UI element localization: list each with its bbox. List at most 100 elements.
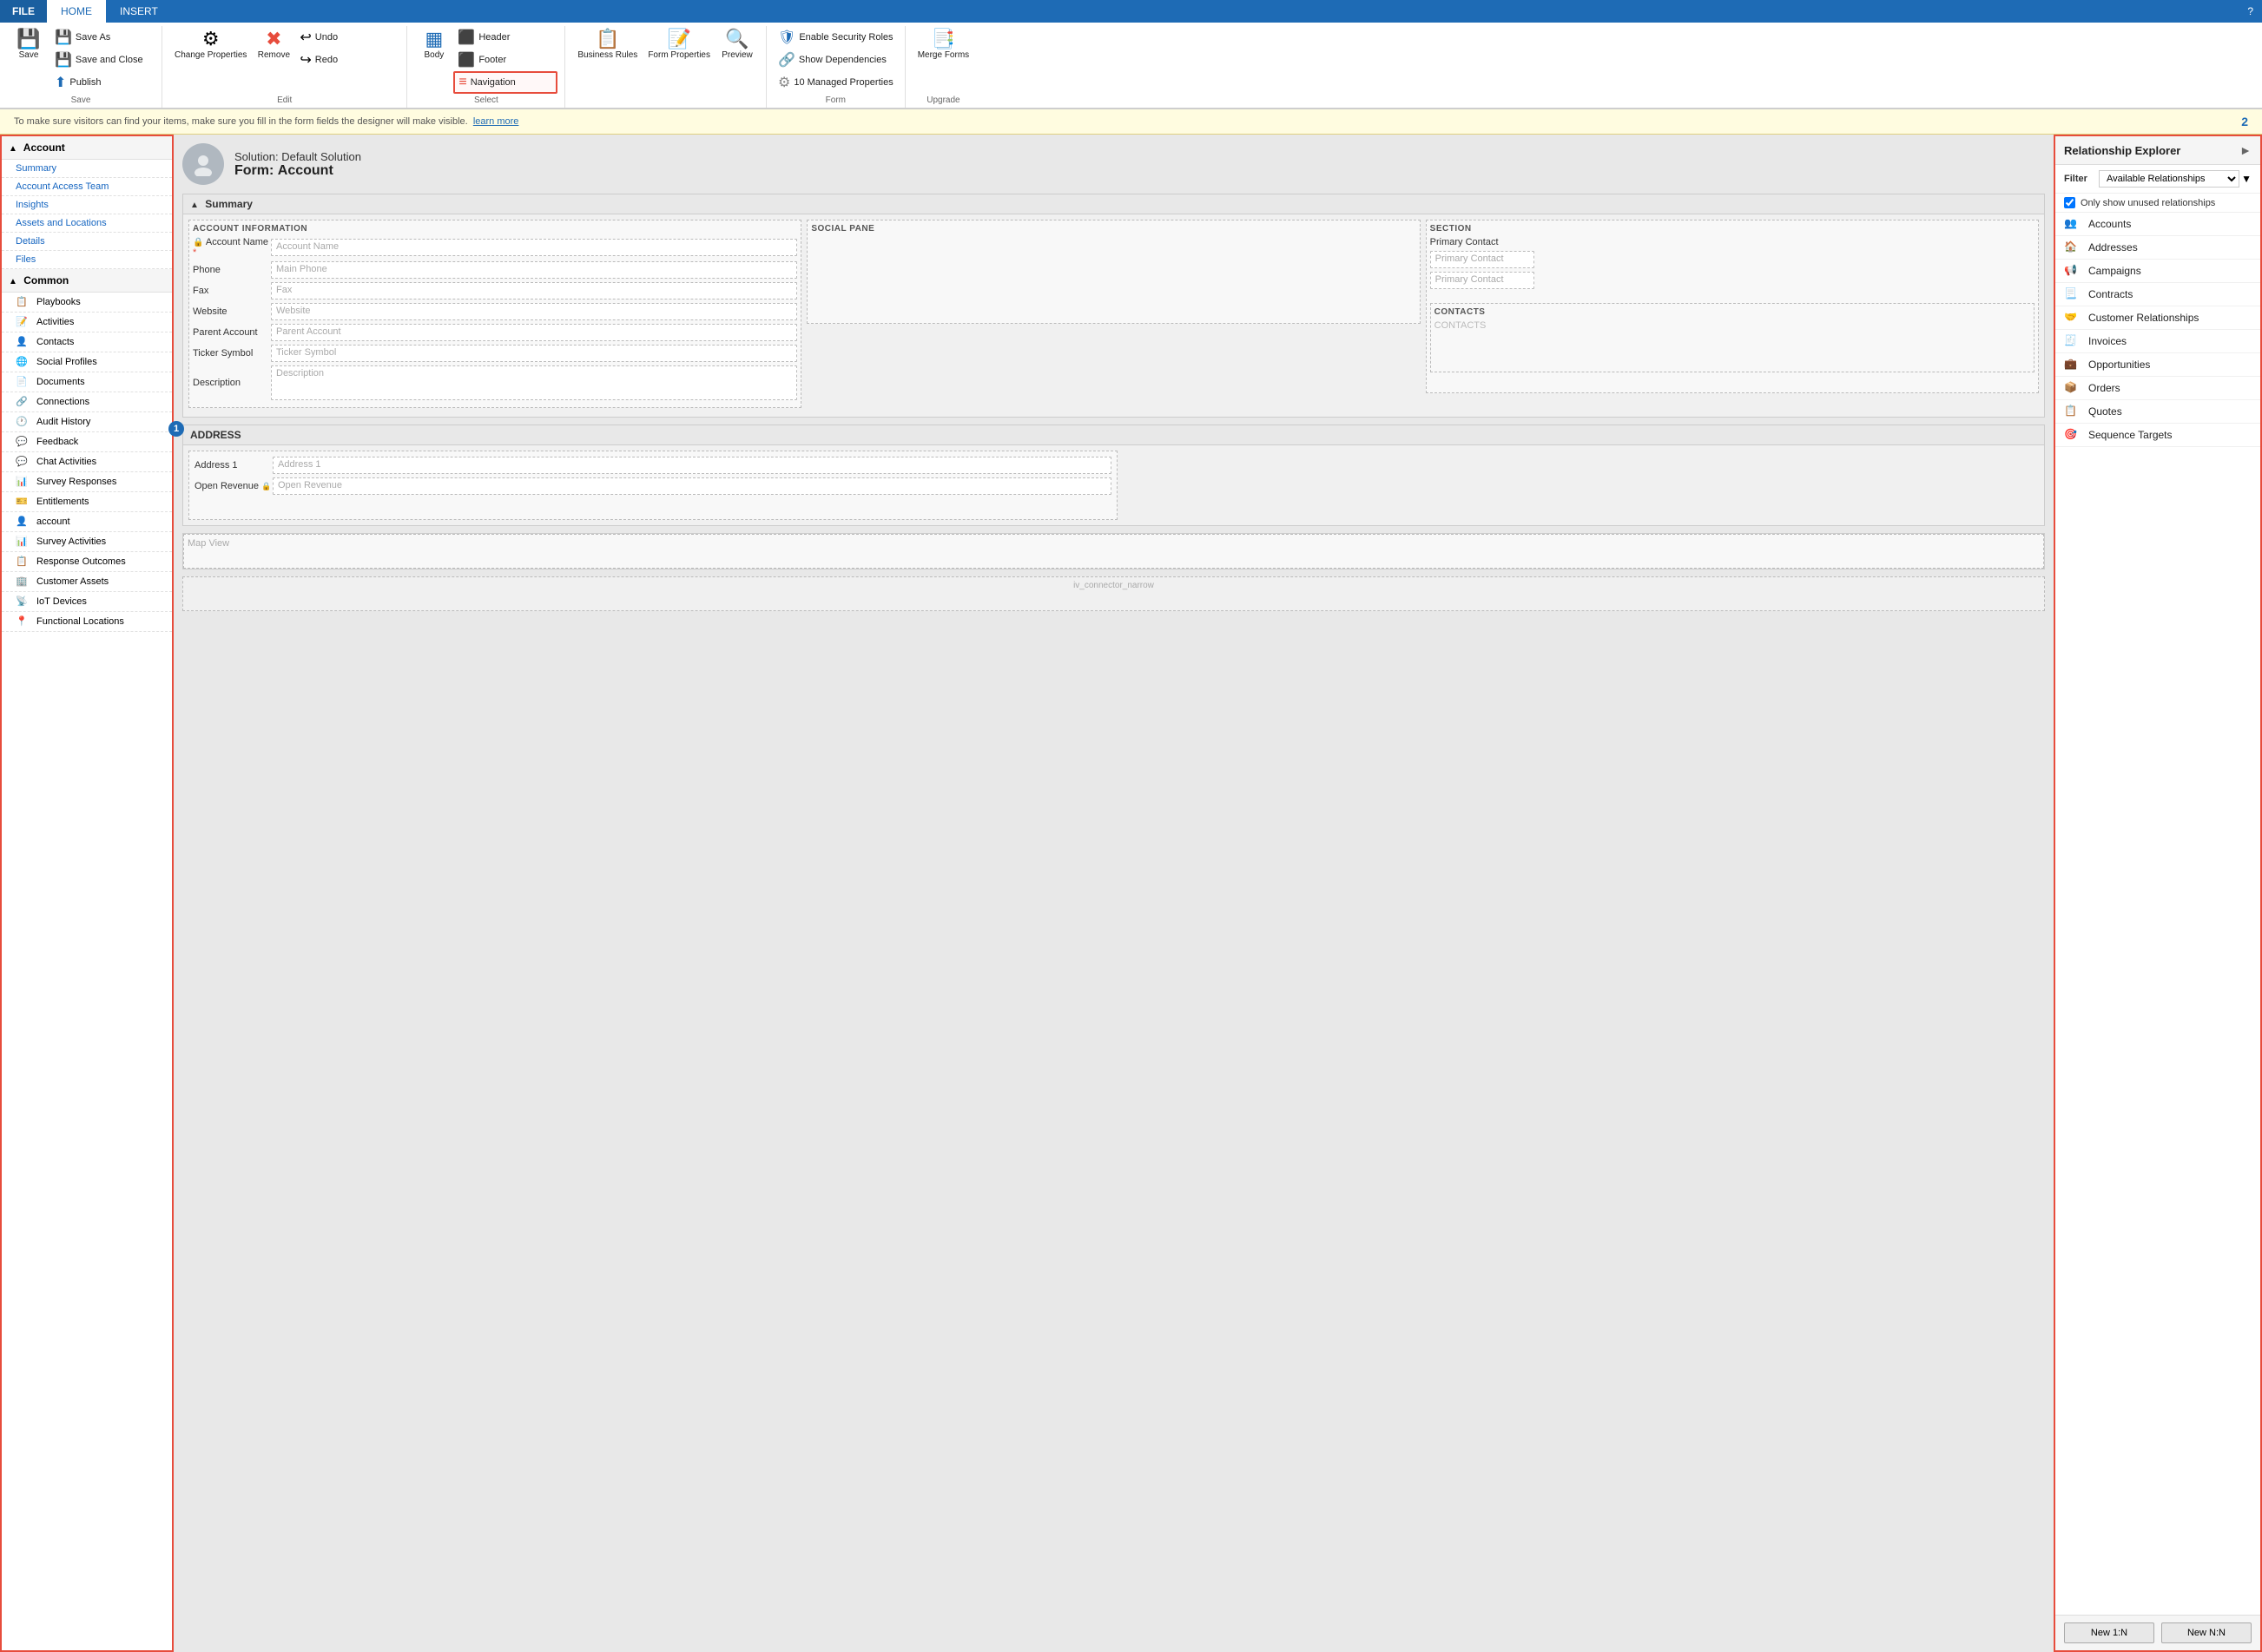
phone-input[interactable]: Main Phone: [271, 261, 797, 279]
nav-item-assets-locations[interactable]: Assets and Locations: [2, 214, 172, 233]
nav-item-contacts[interactable]: 👤 Contacts: [2, 332, 172, 352]
rel-name-contracts: Contracts: [2088, 288, 2133, 300]
remove-icon: ✖: [266, 30, 281, 49]
save-as-button[interactable]: 💾 Save As: [50, 26, 155, 49]
right-panel-footer: New 1:N New N:N: [2055, 1615, 2260, 1650]
list-item[interactable]: 👥 Accounts: [2055, 213, 2260, 236]
solution-label: Solution: Default Solution: [234, 150, 361, 163]
enable-security-label: Enable Security Roles: [799, 32, 893, 43]
form-properties-button[interactable]: 📝 Form Properties: [643, 26, 716, 64]
nav-item-feedback[interactable]: 💬 Feedback: [2, 432, 172, 452]
new-nn-button[interactable]: New N:N: [2161, 1622, 2252, 1643]
form-tools-label: [572, 94, 759, 108]
nav-item-chat-activities[interactable]: 💬 Chat Activities: [2, 452, 172, 472]
nav-item-summary[interactable]: Summary: [2, 160, 172, 178]
business-rules-button[interactable]: 📋 Business Rules: [572, 26, 643, 64]
fax-input[interactable]: Fax: [271, 282, 797, 299]
entitlements-icon: 🎫: [16, 496, 31, 508]
nav-item-survey-responses[interactable]: 📊 Survey Responses: [2, 472, 172, 492]
save-button[interactable]: 💾 Save: [7, 26, 50, 64]
unused-relationships-checkbox[interactable]: [2064, 197, 2075, 208]
nav-item-activities[interactable]: 📝 Activities: [2, 313, 172, 332]
nav-item-documents[interactable]: 📄 Documents: [2, 372, 172, 392]
description-input[interactable]: Description: [271, 365, 797, 400]
list-item[interactable]: 🧾 Invoices: [2055, 330, 2260, 353]
list-item[interactable]: 📃 Contracts: [2055, 283, 2260, 306]
preview-button[interactable]: 🔍 Preview: [716, 26, 759, 64]
remove-button[interactable]: ✖ Remove: [252, 26, 295, 64]
ticker-symbol-input[interactable]: Ticker Symbol: [271, 345, 797, 362]
merge-forms-button[interactable]: 📑 Merge Forms: [913, 26, 974, 64]
nav-item-connections[interactable]: 🔗 Connections: [2, 392, 172, 412]
account-name-input[interactable]: Account Name: [271, 239, 797, 256]
parent-account-input[interactable]: Parent Account: [271, 324, 797, 341]
upgrade-group-label: Upgrade: [913, 94, 974, 108]
primary-contact-input-2[interactable]: Primary Contact: [1430, 272, 1534, 289]
nav-item-account[interactable]: 👤 account: [2, 512, 172, 532]
footer-button[interactable]: ⬛ Footer: [453, 49, 557, 71]
new-1n-button[interactable]: New 1:N: [2064, 1622, 2154, 1643]
publish-button[interactable]: ⬆ Publish: [50, 71, 155, 94]
filter-dropdown-icon: ▼: [2241, 173, 2252, 185]
tab-home[interactable]: HOME: [47, 0, 106, 23]
list-item[interactable]: 📋 Quotes: [2055, 400, 2260, 424]
list-item[interactable]: 📦 Orders: [2055, 377, 2260, 400]
header-button[interactable]: ⬛ Header: [453, 26, 557, 49]
addresses-rel-icon: 🏠: [2064, 240, 2081, 254]
primary-contact-input-1[interactable]: Primary Contact: [1430, 251, 1534, 268]
list-item[interactable]: 🎯 Sequence Targets: [2055, 424, 2260, 447]
filter-select[interactable]: Available Relationships All Relationship…: [2099, 170, 2239, 188]
right-section-subsection: Section Primary Contact Primary Contact …: [1426, 220, 2039, 393]
nav-item-files[interactable]: Files: [2, 251, 172, 269]
account-icon: 👤: [16, 516, 31, 528]
address-section-body: Address 1 Address 1 Open Revenue 🔒 Open …: [183, 445, 2044, 525]
list-item[interactable]: 🤝 Customer Relationships: [2055, 306, 2260, 330]
help-icon[interactable]: ?: [2239, 0, 2262, 23]
website-input[interactable]: Website: [271, 303, 797, 320]
enable-security-button[interactable]: 🛡 Enable Security Roles: [774, 26, 898, 49]
nav-item-audit-history[interactable]: 🕐 Audit History: [2, 412, 172, 432]
right-panel-expand-icon[interactable]: ►: [2239, 143, 2252, 157]
list-item[interactable]: 💼 Opportunities: [2055, 353, 2260, 377]
address1-input[interactable]: Address 1: [273, 457, 1111, 474]
nav-item-insights[interactable]: Insights: [2, 196, 172, 214]
open-revenue-input[interactable]: Open Revenue: [273, 477, 1111, 495]
change-properties-button[interactable]: ⚙ Change Properties: [169, 26, 252, 64]
nav-item-social-profiles[interactable]: 🌐 Social Profiles: [2, 352, 172, 372]
notification-text: To make sure visitors can find your item…: [14, 116, 2241, 127]
common-triangle-icon: ▲: [9, 277, 17, 286]
nav-item-response-outcomes[interactable]: 📋 Response Outcomes: [2, 552, 172, 572]
navigation-button[interactable]: ≡ Navigation: [453, 71, 557, 94]
nav-item-playbooks[interactable]: 📋 Playbooks: [2, 293, 172, 313]
undo-button[interactable]: ↩ Undo: [295, 26, 399, 49]
nav-item-entitlements[interactable]: 🎫 Entitlements: [2, 492, 172, 512]
nav-item-account-access-team[interactable]: Account Access Team: [2, 178, 172, 196]
tab-insert[interactable]: INSERT: [106, 0, 172, 23]
contacts-subsection: CONTACTS CONTACTS: [1430, 303, 2034, 372]
contacts-icon: 👤: [16, 336, 31, 348]
chat-activities-icon: 💬: [16, 456, 31, 468]
save-close-button[interactable]: 💾 Save and Close: [50, 49, 155, 71]
survey-responses-icon: 📊: [16, 476, 31, 488]
field-row-ticker-symbol: Ticker Symbol Ticker Symbol: [193, 345, 797, 362]
response-outcomes-icon: 📋: [16, 556, 31, 568]
phone-label: Phone: [193, 265, 271, 275]
list-item[interactable]: 📢 Campaigns: [2055, 260, 2260, 283]
nav-item-customer-assets[interactable]: 🏢 Customer Assets: [2, 572, 172, 592]
nav-item-details[interactable]: Details: [2, 233, 172, 251]
body-button[interactable]: ▦ Body: [414, 26, 453, 64]
field-row-website: Website Website: [193, 303, 797, 320]
managed-properties-button[interactable]: ⚙ 10 Managed Properties: [774, 71, 898, 94]
rel-name-orders: Orders: [2088, 382, 2120, 394]
nav-item-functional-locations[interactable]: 📍 Functional Locations: [2, 612, 172, 632]
list-item[interactable]: 🏠 Addresses: [2055, 236, 2260, 260]
opportunities-rel-icon: 💼: [2064, 358, 2081, 372]
nav-item-iot-devices[interactable]: 📡 IoT Devices: [2, 592, 172, 612]
show-dependencies-button[interactable]: 🔗 Show Dependencies: [774, 49, 898, 71]
left-nav: ▲ Account Summary Account Access Team In…: [0, 135, 174, 1652]
redo-button[interactable]: ↪ Redo: [295, 49, 399, 71]
notification-link[interactable]: learn more: [473, 116, 519, 127]
tab-file[interactable]: FILE: [0, 0, 47, 23]
nav-item-survey-activities[interactable]: 📊 Survey Activities: [2, 532, 172, 552]
account-info-title: ACCOUNT INFORMATION: [193, 224, 797, 234]
